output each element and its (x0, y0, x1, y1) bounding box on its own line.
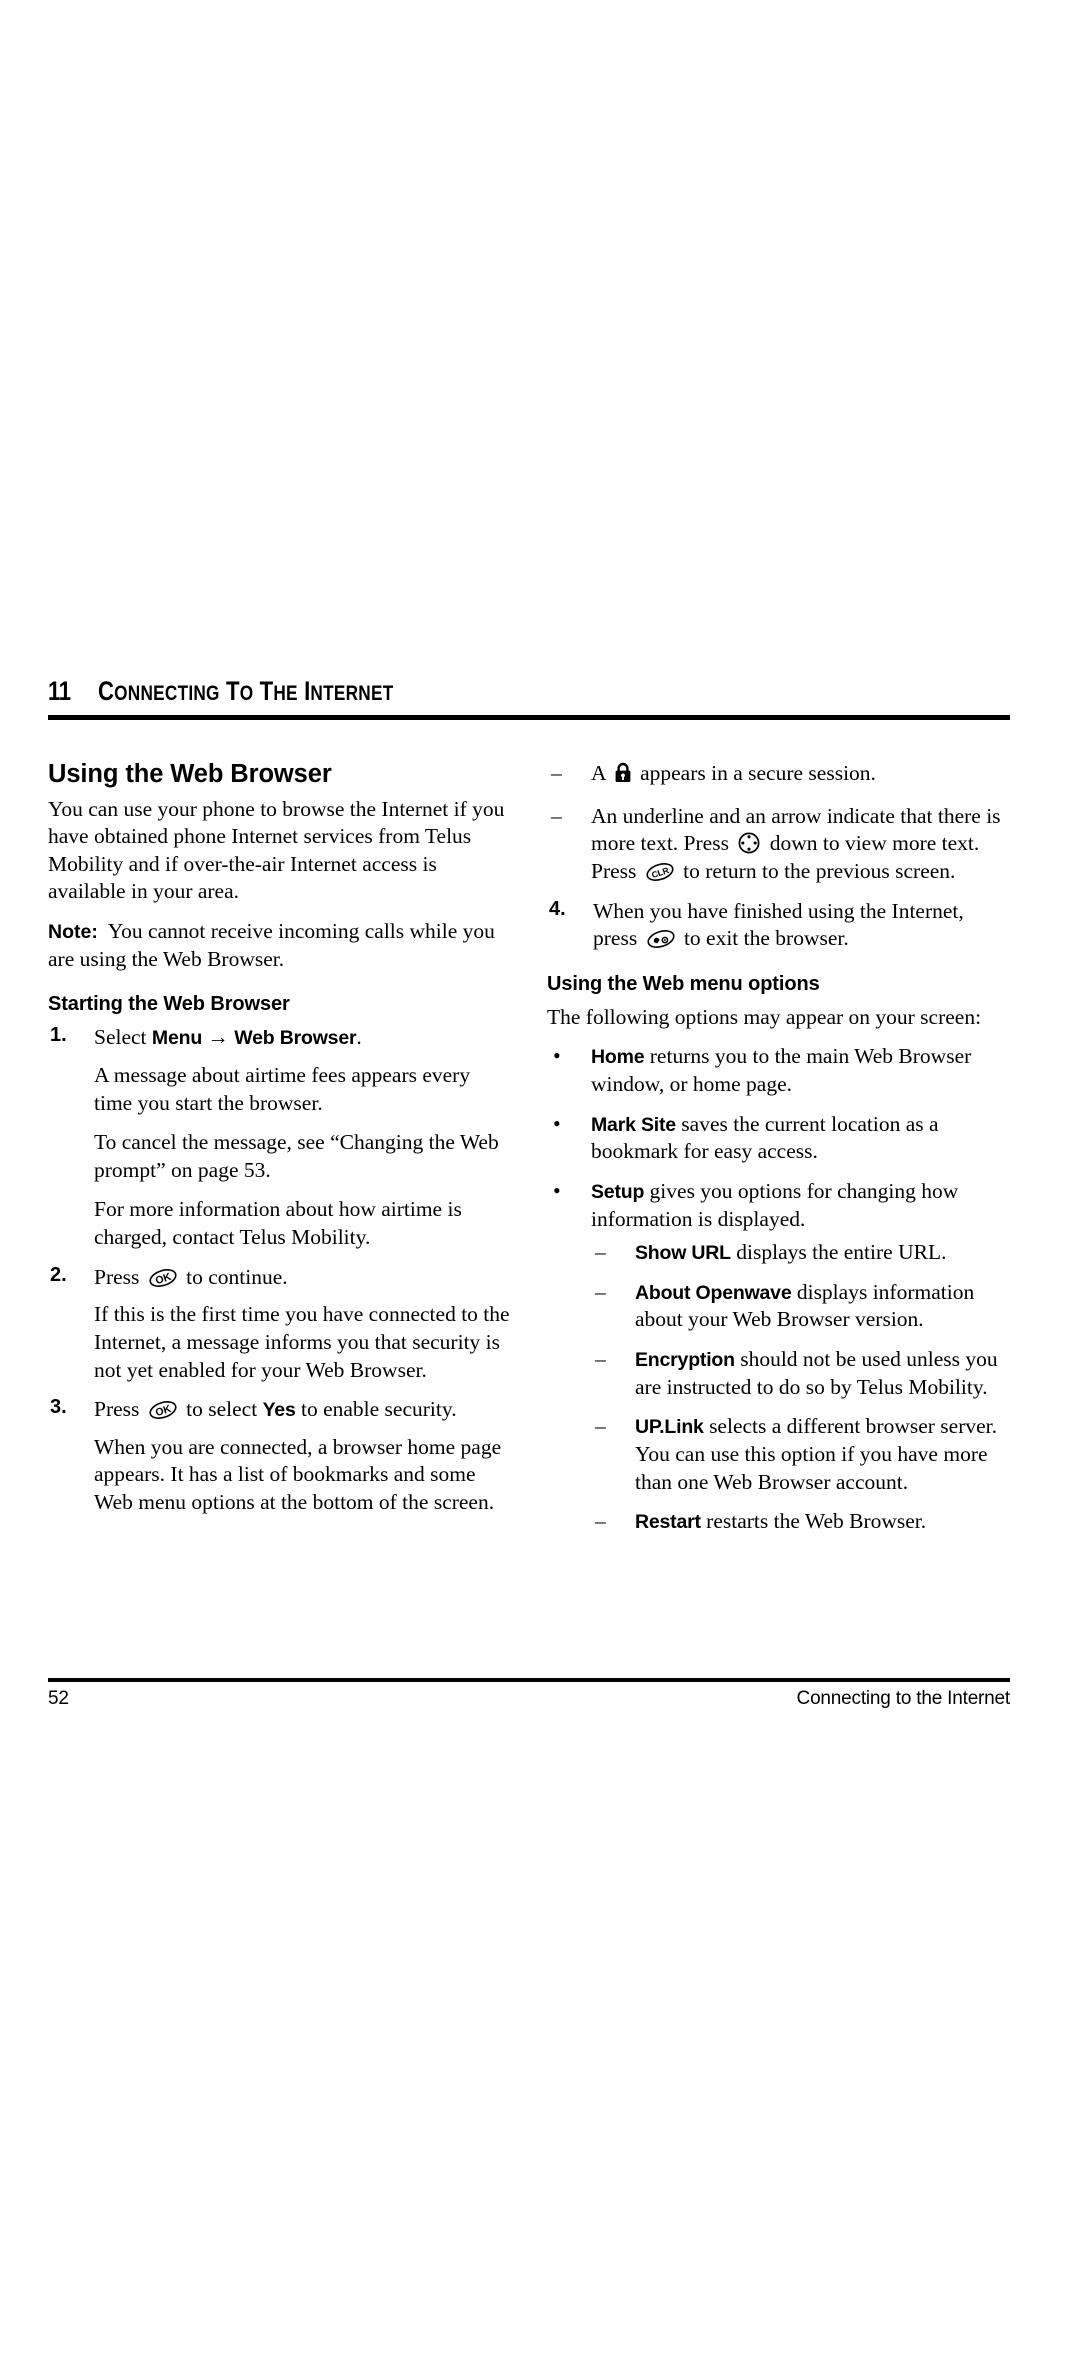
footer-row: 52 Connecting to the Internet (48, 1688, 1010, 1710)
option-term-mark-site: Mark Site (591, 1113, 676, 1136)
step-lead: Select Menu → Web Browser. (94, 1025, 362, 1050)
dash-marker: – (595, 1279, 606, 1304)
step-number: 1. (50, 1024, 67, 1047)
end-key-icon (646, 928, 676, 950)
page-number: 52 (48, 1688, 69, 1709)
list-item: • Home returns you to the main Web Brows… (547, 1043, 1010, 1098)
step-item: 2. Press OK to continue. If this is the … (48, 1264, 511, 1385)
option-term-home: Home (591, 1046, 645, 1069)
step-lead: Press OK to continue. (94, 1264, 288, 1289)
suboption-term-encryption: Encryption (635, 1349, 735, 1371)
running-footer-title: Connecting to the Internet (796, 1688, 1011, 1709)
option-term-setup: Setup (591, 1180, 645, 1203)
suboption-text: Encryption should not be used unless you… (635, 1347, 998, 1399)
step-detail: When you are connected, a browser home p… (94, 1434, 502, 1515)
footer-divider (48, 1678, 1010, 1682)
list-item: • Mark Site saves the current location a… (547, 1111, 1010, 1166)
bullet-marker: • (553, 1043, 561, 1069)
step-detail: If this is the first time you have conne… (94, 1302, 510, 1382)
step-number: 2. (50, 1263, 67, 1286)
note-text: You cannot receive incoming calls while … (48, 919, 495, 971)
dash-item: – UP.Link selects a different browser se… (591, 1413, 1010, 1496)
option-text: Home returns you to the main Web Browser… (591, 1044, 972, 1096)
secure-session-dash-list: – A appears in a secure session. – An un… (547, 760, 1010, 886)
step-lead: Press OK to select Yes to enable securit… (94, 1397, 457, 1422)
options-lead-in: The following options may appear on your… (547, 1004, 982, 1029)
bullet-marker: • (553, 1177, 561, 1203)
ui-term-yes: Yes (262, 1399, 296, 1422)
dash-item: – About Openwave displays information ab… (591, 1279, 1010, 1334)
dash-item: – A appears in a secure session. (547, 760, 1010, 791)
dash-marker: – (595, 1240, 606, 1265)
suboption-text: UP.Link selects a different browser serv… (635, 1414, 998, 1494)
dash-text: An underline and an arrow indicate that … (591, 803, 1001, 883)
ui-term-menu: Menu (151, 1027, 203, 1050)
dash-marker: – (551, 803, 562, 828)
dash-marker: – (595, 1414, 606, 1439)
list-item: • Setup gives you options for changing h… (547, 1178, 1010, 1536)
dash-item: – Show URL displays the entire URL. (591, 1239, 1010, 1267)
right-column: – A appears in a secure session. – An un… (547, 760, 1010, 1548)
step-detail: A message about airtime fees appears eve… (94, 1062, 471, 1115)
bullet-marker: • (553, 1110, 561, 1136)
chapter-header: 11 CONNECTING TO THE INTERNET (48, 676, 1010, 713)
suboption-text: About Openwave displays information abou… (635, 1279, 975, 1332)
dash-marker: – (595, 1509, 606, 1534)
option-text: Setup gives you options for changing how… (591, 1178, 959, 1231)
dash-marker: – (595, 1347, 606, 1371)
dash-text: A appears in a secure session. (591, 760, 1010, 791)
suboption-text: Show URL displays the entire URL. (635, 1240, 947, 1265)
step-detail: To cancel the message, see “Changing the… (94, 1130, 499, 1182)
chapter-header-block: 11 CONNECTING TO THE INTERNET (48, 676, 1010, 720)
step4-list: 4. When you have finished using the Inte… (547, 898, 1010, 953)
padlock-icon (614, 762, 632, 791)
chapter-title: CONNECTING TO THE INTERNET (97, 676, 394, 706)
suboption-term-show-url: Show URL (635, 1242, 731, 1265)
left-column: Using the Web Browser You can use your p… (48, 760, 511, 1548)
dash-item: – An underline and an arrow indicate tha… (547, 803, 1010, 886)
starting-steps-list: 1. Select Menu → Web Browser. A message … (48, 1024, 511, 1516)
two-column-body: Using the Web Browser You can use your p… (48, 760, 1010, 1548)
subsection-heading-starting-web-browser: Starting the Web Browser (48, 993, 290, 1016)
setup-suboptions-list: – Show URL displays the entire URL. – Ab… (591, 1239, 1010, 1536)
dash-item: – Restart restarts the Web Browser. (591, 1508, 1010, 1536)
dash-item: – Encryption should not be used unless y… (591, 1346, 1010, 1401)
navigation-key-icon (737, 831, 761, 855)
suboption-term-up-link: UP.Link (635, 1416, 704, 1439)
suboption-term-restart: Restart (635, 1511, 701, 1534)
chapter-number: 11 (48, 676, 71, 706)
step-lead: When you have finished using the Interne… (593, 898, 964, 951)
option-text: Mark Site saves the current location as … (591, 1111, 939, 1164)
suboption-text: Restart restarts the Web Browser. (635, 1509, 927, 1534)
note-paragraph: Note: You cannot receive incoming calls … (48, 918, 511, 973)
step-detail: For more information about how airtime i… (94, 1197, 462, 1250)
step-item: 4. When you have finished using the Inte… (547, 898, 1010, 953)
ok-key-icon: OK (148, 1399, 178, 1421)
step-item: 1. Select Menu → Web Browser. A message … (48, 1024, 511, 1251)
note-label: Note: (48, 921, 98, 944)
ui-term-web-browser: Web Browser (234, 1027, 357, 1050)
step-item: 3. Press OK to select Yes to enable secu… (48, 1396, 511, 1517)
suboption-term-about-openwave: About Openwave (635, 1281, 792, 1304)
ok-key-icon: OK (148, 1267, 178, 1289)
header-divider (48, 715, 1010, 720)
intro-paragraph: You can use your phone to browse the Int… (48, 796, 505, 904)
clr-key-icon: CLR (645, 861, 675, 883)
section-heading-using-web-browser: Using the Web Browser (48, 760, 332, 788)
subsection-heading-web-menu-options: Using the Web menu options (547, 972, 820, 995)
web-menu-options-list: • Home returns you to the main Web Brows… (547, 1043, 1010, 1535)
page-footer: 52 Connecting to the Internet (48, 1678, 1010, 1710)
step-number: 4. (549, 897, 566, 920)
dash-marker: – (551, 761, 562, 785)
step-number: 3. (50, 1396, 67, 1419)
manual-page: 11 CONNECTING TO THE INTERNET Using the … (0, 0, 1080, 2376)
